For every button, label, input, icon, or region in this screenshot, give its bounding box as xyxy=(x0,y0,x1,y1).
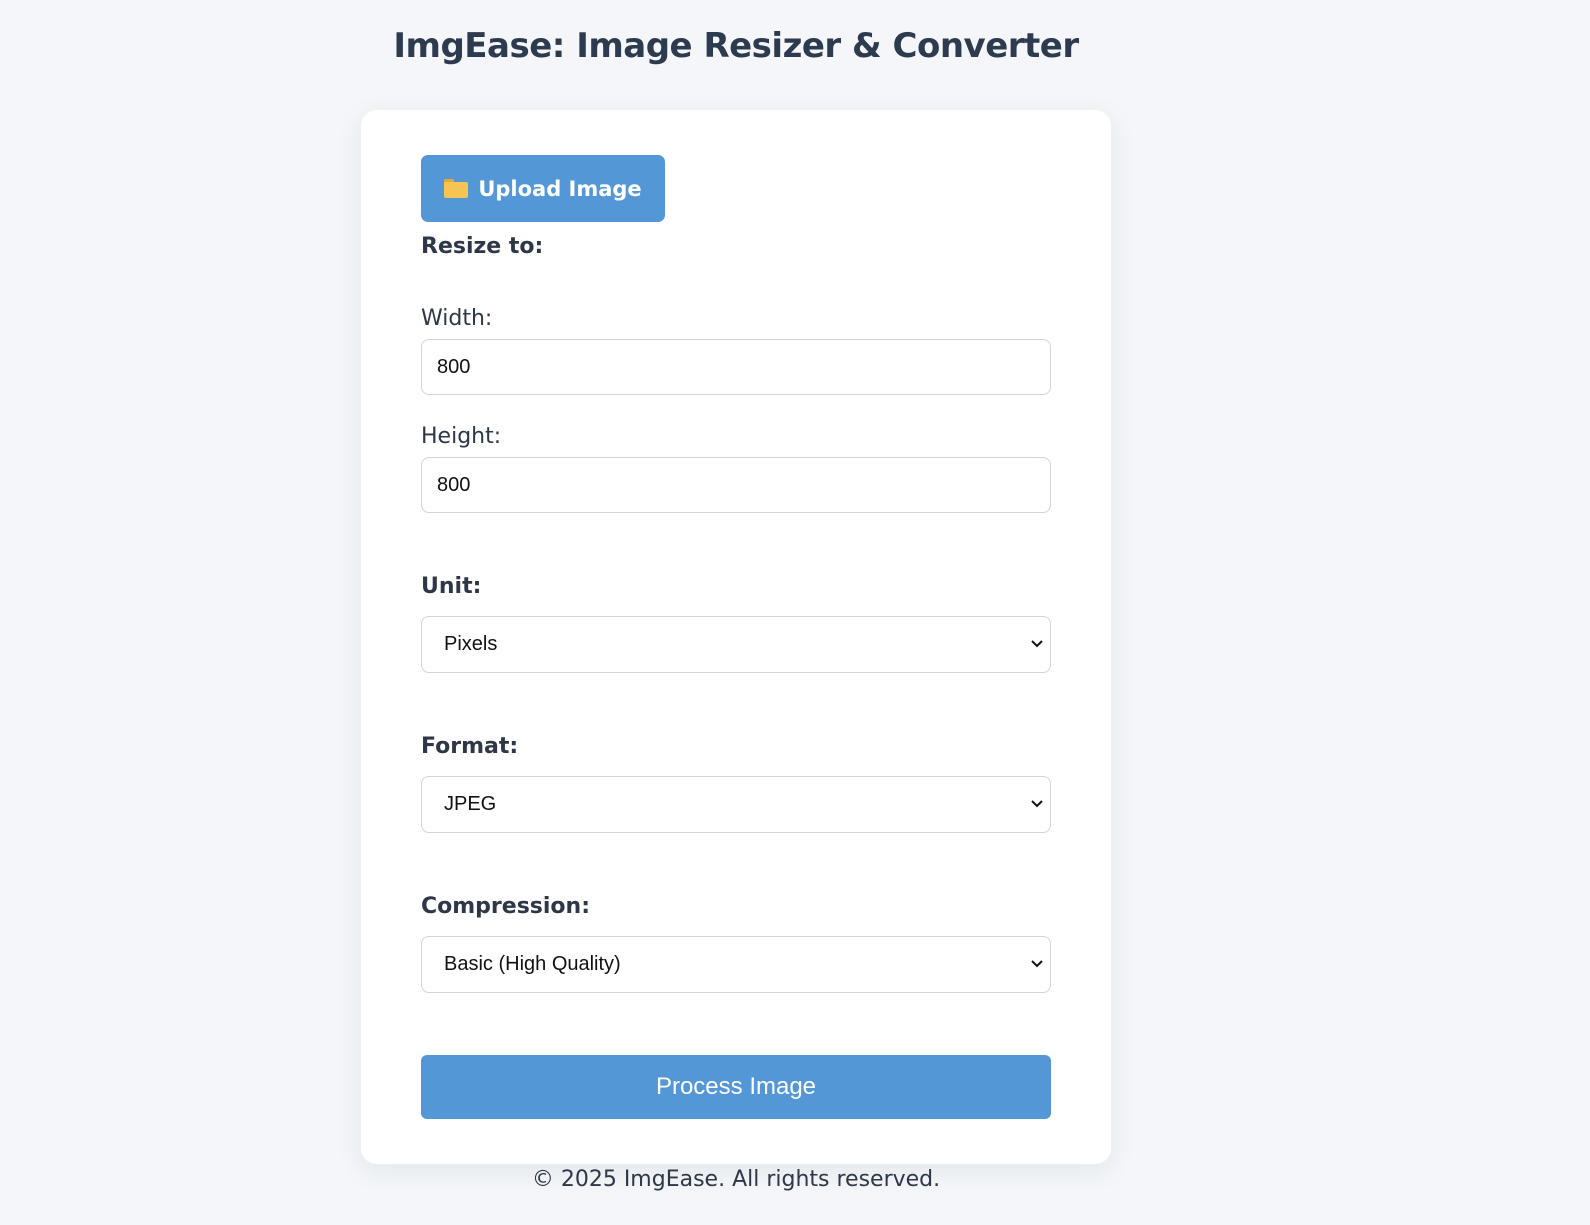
width-input[interactable] xyxy=(421,339,1051,395)
footer-copyright: © 2025 ImgEase. All rights reserved. xyxy=(531,1167,941,1192)
format-select-value: JPEG xyxy=(444,793,497,815)
unit-select[interactable]: Pixels xyxy=(421,616,1051,673)
height-label: Height: xyxy=(421,424,502,449)
height-input[interactable] xyxy=(421,457,1051,513)
upload-image-button[interactable]: Upload Image xyxy=(421,155,665,222)
compression-select[interactable]: Basic (High Quality) xyxy=(421,936,1051,993)
compression-label: Compression: xyxy=(421,894,591,919)
format-select[interactable]: JPEG xyxy=(421,776,1051,833)
chevron-down-icon xyxy=(1031,640,1043,648)
unit-label: Unit: xyxy=(421,574,482,599)
upload-button-label: Upload Image xyxy=(478,176,642,201)
width-label: Width: xyxy=(421,306,493,331)
chevron-down-icon xyxy=(1031,800,1043,808)
page-title: ImgEase: Image Resizer & Converter xyxy=(393,26,1079,66)
unit-select-value: Pixels xyxy=(444,633,498,655)
process-image-button[interactable]: Process Image xyxy=(421,1055,1051,1119)
compression-select-value: Basic (High Quality) xyxy=(444,953,621,975)
resize-heading: Resize to: xyxy=(421,234,544,259)
chevron-down-icon xyxy=(1031,960,1043,968)
main-card: Upload Image Resize to: Width: Height: U… xyxy=(361,110,1111,1164)
format-label: Format: xyxy=(421,734,519,759)
folder-icon xyxy=(444,179,469,198)
